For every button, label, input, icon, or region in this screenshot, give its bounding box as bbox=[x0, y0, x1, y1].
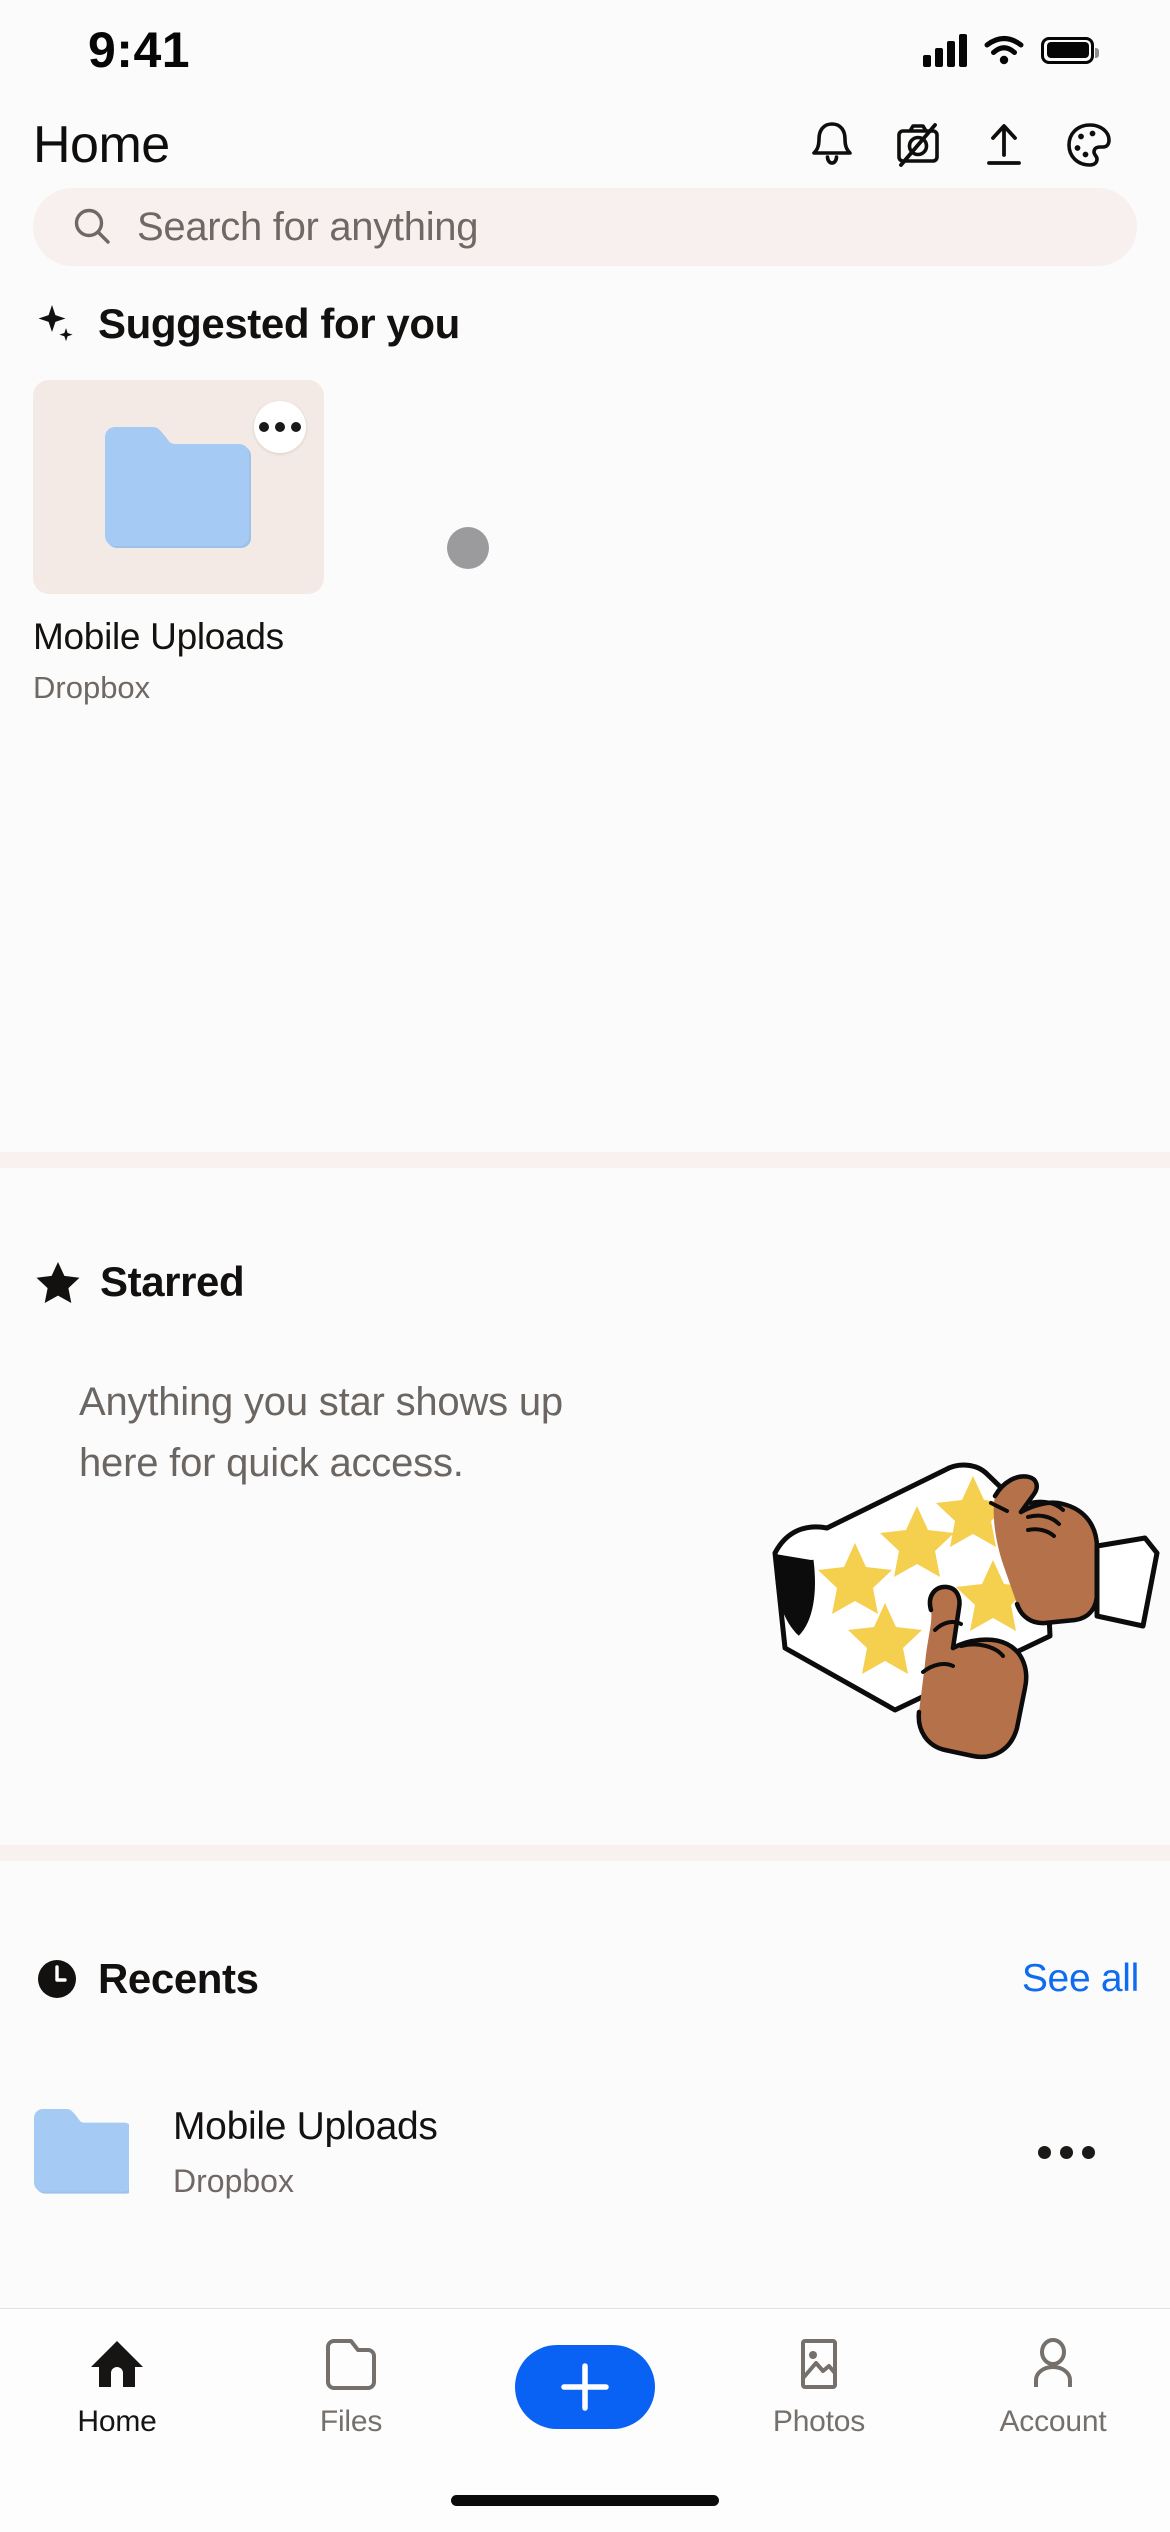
suggested-card-subtitle: Dropbox bbox=[33, 670, 151, 705]
suggested-card-thumbnail bbox=[33, 380, 324, 594]
tab-home[interactable]: Home bbox=[0, 2309, 234, 2439]
recents-title-group: Recents bbox=[35, 1955, 259, 2003]
app-header: Home bbox=[0, 100, 1170, 190]
hands-star-stickers-illustration bbox=[772, 1462, 1160, 1760]
create-button[interactable] bbox=[515, 2345, 655, 2429]
starred-empty-state: Anything you star shows up here for quic… bbox=[79, 1372, 639, 1494]
tab-photos-label: Photos bbox=[772, 2405, 866, 2438]
recent-list-item[interactable]: Mobile Uploads Dropbox bbox=[33, 2092, 1137, 2212]
photo-icon bbox=[801, 2339, 837, 2389]
notifications-button[interactable] bbox=[804, 117, 860, 173]
camera-upload-off-button[interactable] bbox=[890, 117, 946, 173]
suggested-card[interactable]: Mobile Uploads Dropbox bbox=[33, 380, 324, 706]
camera-upload-off-icon bbox=[897, 123, 939, 167]
home-icon bbox=[91, 2341, 143, 2387]
clock-icon bbox=[38, 1960, 76, 1998]
wifi-icon bbox=[984, 36, 1024, 65]
suggested-section-title: Suggested for you bbox=[98, 300, 460, 347]
tab-files-label: Files bbox=[319, 2405, 383, 2438]
plus-icon bbox=[561, 2363, 609, 2411]
tab-home-label: Home bbox=[77, 2405, 157, 2438]
starred-empty-text: Anything you star shows up here for quic… bbox=[79, 1380, 563, 1485]
folder-icon bbox=[104, 427, 251, 548]
upload-button[interactable] bbox=[976, 117, 1032, 173]
suggested-card-name: Mobile Uploads bbox=[33, 616, 284, 657]
cellular-signal-icon bbox=[923, 33, 967, 67]
search-icon bbox=[74, 208, 110, 244]
section-divider bbox=[0, 1845, 1170, 1861]
loading-dot bbox=[447, 527, 489, 569]
status-bar: 9:41 bbox=[0, 0, 1170, 100]
recent-item-name: Mobile Uploads bbox=[173, 2104, 438, 2148]
palette-icon bbox=[1067, 123, 1111, 167]
search-input[interactable]: Search for anything bbox=[137, 205, 478, 250]
starred-section-title: Starred bbox=[100, 1258, 245, 1305]
recents-section-header: Recents See all bbox=[35, 1955, 1139, 2003]
suggested-section-header: Suggested for you bbox=[35, 300, 460, 348]
recents-see-all-link[interactable]: See all bbox=[1022, 1957, 1139, 2001]
app-screen: 9:41 Home Search for anything Suggested … bbox=[0, 0, 1170, 2532]
upload-icon bbox=[987, 124, 1021, 165]
folder-outline-icon bbox=[326, 2339, 376, 2390]
page-title: Home bbox=[33, 116, 170, 174]
tab-account[interactable]: Account bbox=[936, 2309, 1170, 2439]
tab-photos[interactable]: Photos bbox=[702, 2309, 936, 2439]
section-divider bbox=[0, 1152, 1170, 1168]
battery-icon bbox=[1041, 36, 1099, 64]
tab-account-label: Account bbox=[999, 2405, 1107, 2438]
star-icon bbox=[36, 1262, 80, 1303]
person-icon bbox=[1034, 2338, 1072, 2387]
notifications-icon bbox=[812, 122, 852, 165]
recents-section-title: Recents bbox=[98, 1955, 259, 2002]
starred-section-header: Starred bbox=[35, 1258, 245, 1306]
status-bar-indicators bbox=[923, 33, 1099, 67]
sparkle-icon bbox=[38, 305, 73, 342]
recent-item-subtitle: Dropbox bbox=[173, 2162, 294, 2199]
folder-icon bbox=[34, 2109, 129, 2194]
status-bar-time: 9:41 bbox=[88, 22, 191, 78]
suggested-card-overflow-button[interactable] bbox=[254, 401, 306, 453]
recent-item-overflow-button[interactable] bbox=[1038, 2145, 1137, 2159]
home-indicator bbox=[451, 2495, 719, 2506]
header-actions bbox=[804, 117, 1118, 173]
recent-item-meta: Mobile Uploads Dropbox bbox=[173, 2105, 1038, 2200]
tab-files[interactable]: Files bbox=[234, 2309, 468, 2439]
palette-button[interactable] bbox=[1062, 117, 1118, 173]
tab-create[interactable] bbox=[468, 2309, 702, 2441]
search-bar[interactable]: Search for anything bbox=[33, 188, 1137, 266]
